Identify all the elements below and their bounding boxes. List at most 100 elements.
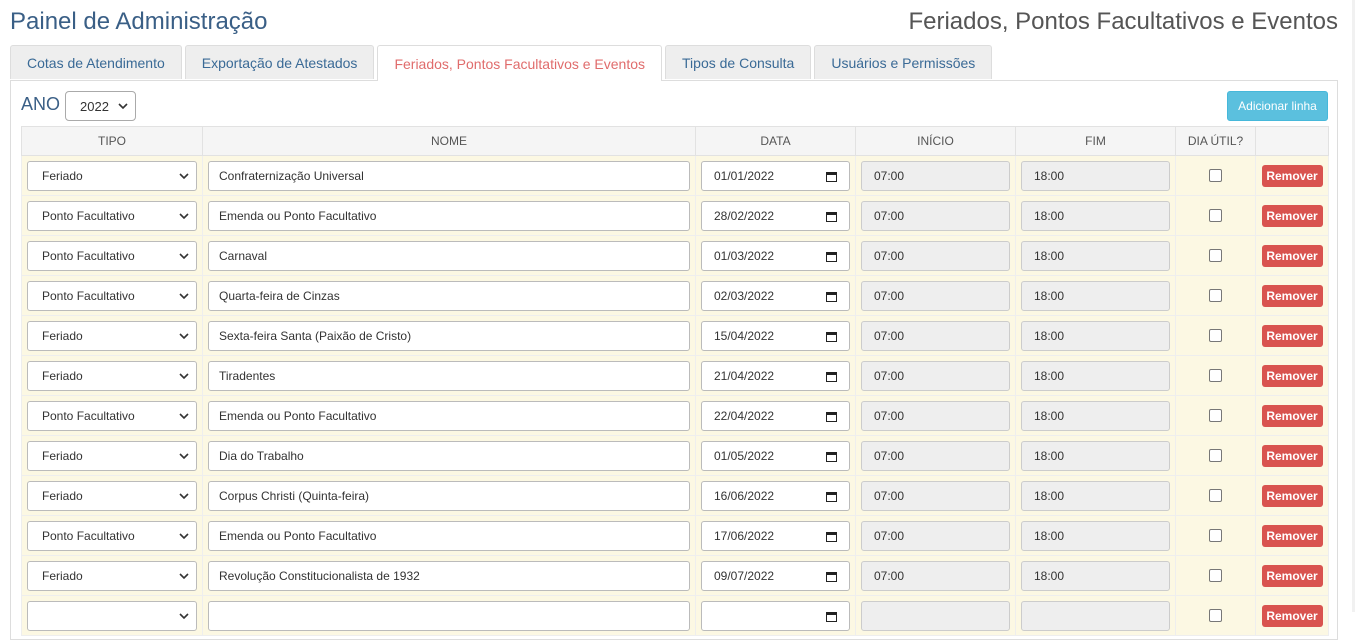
tab-cotas[interactable]: Cotas de Atendimento	[10, 45, 182, 79]
tab-usuarios[interactable]: Usuários e Permissões	[814, 45, 993, 79]
tab-exportacao[interactable]: Exportação de Atestados	[184, 45, 375, 79]
start-time-field	[861, 600, 1010, 631]
dia-util-checkbox[interactable]	[1209, 569, 1222, 582]
cell-dia-util	[1175, 395, 1256, 436]
remove-button[interactable]: Remover	[1261, 604, 1323, 627]
start-time-field: 07:00	[861, 560, 1010, 591]
dia-util-checkbox[interactable]	[1209, 249, 1222, 262]
tipo-select[interactable]: Ponto Facultativo	[27, 400, 197, 431]
date-input[interactable]: 09/07/2022	[701, 560, 850, 591]
chevron-down-icon	[179, 172, 189, 179]
date-input[interactable]: 28/02/2022	[701, 200, 850, 231]
dia-util-checkbox[interactable]	[1209, 409, 1222, 422]
start-time-field: 07:00	[861, 200, 1010, 231]
cell-dia-util	[1175, 435, 1256, 476]
nome-input[interactable]: Emenda ou Ponto Facultativo	[208, 520, 690, 551]
add-row-button[interactable]: Adicionar linha	[1227, 91, 1328, 121]
dia-util-checkbox[interactable]	[1209, 289, 1222, 302]
remove-button[interactable]: Remover	[1261, 404, 1323, 427]
cell-tipo: Feriado	[21, 355, 203, 396]
end-time-field: 18:00	[1021, 520, 1170, 551]
date-input[interactable]: 01/05/2022	[701, 440, 850, 471]
dia-util-checkbox[interactable]	[1209, 209, 1222, 222]
cell-tipo: Feriado	[21, 435, 203, 476]
tipo-select[interactable]: Feriado	[27, 560, 197, 591]
cell-data	[695, 595, 856, 636]
remove-button[interactable]: Remover	[1261, 524, 1323, 547]
tipo-select[interactable]: Feriado	[27, 360, 197, 391]
tipo-select[interactable]: Ponto Facultativo	[27, 520, 197, 551]
date-input[interactable]: 16/06/2022	[701, 480, 850, 511]
tipo-select[interactable]: Ponto Facultativo	[27, 280, 197, 311]
remove-button[interactable]: Remover	[1261, 204, 1323, 227]
nome-input[interactable]: Tiradentes	[208, 360, 690, 391]
tipo-select[interactable]	[27, 600, 197, 631]
cell-dia-util	[1175, 315, 1256, 356]
calendar-icon	[826, 171, 837, 182]
remove-button[interactable]: Remover	[1261, 484, 1323, 507]
year-value: 2022	[80, 98, 109, 114]
tipo-select[interactable]: Ponto Facultativo	[27, 200, 197, 231]
end-time-field	[1021, 600, 1170, 631]
nome-input[interactable]: Quarta-feira de Cinzas	[208, 280, 690, 311]
nome-input[interactable]: Sexta-feira Santa (Paixão de Cristo)	[208, 320, 690, 351]
remove-button[interactable]: Remover	[1261, 324, 1323, 347]
tipo-value: Feriado	[42, 448, 83, 463]
year-select[interactable]: 2022	[65, 91, 136, 121]
remove-button[interactable]: Remover	[1261, 244, 1323, 267]
nome-input[interactable]: Emenda ou Ponto Facultativo	[208, 200, 690, 231]
remove-button[interactable]: Remover	[1261, 284, 1323, 307]
dia-util-checkbox[interactable]	[1209, 369, 1222, 382]
dia-util-checkbox[interactable]	[1209, 489, 1222, 502]
calendar-icon	[826, 611, 837, 622]
tipo-select[interactable]: Feriado	[27, 440, 197, 471]
date-value: 22/04/2022	[714, 408, 775, 423]
date-value: 15/04/2022	[714, 328, 775, 343]
dia-util-checkbox[interactable]	[1209, 529, 1222, 542]
nome-input[interactable]: Emenda ou Ponto Facultativo	[208, 400, 690, 431]
remove-button[interactable]: Remover	[1261, 164, 1323, 187]
dia-util-checkbox[interactable]	[1209, 329, 1222, 342]
cell-dia-util	[1175, 355, 1256, 396]
cell-fim: 18:00	[1015, 435, 1176, 476]
col-header-fim: FIM	[1015, 126, 1176, 156]
dia-util-checkbox[interactable]	[1209, 609, 1222, 622]
nome-input[interactable]: Dia do Trabalho	[208, 440, 690, 471]
date-input[interactable]: 21/04/2022	[701, 360, 850, 391]
cell-data: 28/02/2022	[695, 195, 856, 236]
cell-tipo: Feriado	[21, 315, 203, 356]
cell-inicio: 07:00	[855, 355, 1016, 396]
date-input[interactable]: 02/03/2022	[701, 280, 850, 311]
dia-util-checkbox[interactable]	[1209, 449, 1222, 462]
cell-actions: Remover	[1255, 235, 1329, 276]
date-input[interactable]: 01/03/2022	[701, 240, 850, 271]
date-input[interactable]: 01/01/2022	[701, 160, 850, 191]
tab-tipos-consulta[interactable]: Tipos de Consulta	[665, 45, 812, 79]
tipo-select[interactable]: Feriado	[27, 480, 197, 511]
tab-feriados[interactable]: Feriados, Pontos Facultativos e Eventos	[377, 45, 663, 81]
tipo-select[interactable]: Ponto Facultativo	[27, 240, 197, 271]
remove-button[interactable]: Remover	[1261, 444, 1323, 467]
cell-nome: Emenda ou Ponto Facultativo	[202, 515, 696, 556]
nome-input[interactable]	[208, 600, 690, 631]
date-input[interactable]: 15/04/2022	[701, 320, 850, 351]
date-input[interactable]	[701, 600, 850, 631]
remove-button[interactable]: Remover	[1261, 364, 1323, 387]
tipo-select[interactable]: Feriado	[27, 320, 197, 351]
tipo-select[interactable]: Feriado	[27, 160, 197, 191]
nome-input[interactable]: Carnaval	[208, 240, 690, 271]
cell-tipo: Ponto Facultativo	[21, 235, 203, 276]
dia-util-checkbox[interactable]	[1209, 169, 1222, 182]
remove-button[interactable]: Remover	[1261, 564, 1323, 587]
chevron-down-icon	[179, 572, 189, 579]
nome-input[interactable]: Revolução Constitucionalista de 1932	[208, 560, 690, 591]
nome-input[interactable]: Corpus Christi (Quinta-feira)	[208, 480, 690, 511]
date-input[interactable]: 22/04/2022	[701, 400, 850, 431]
cell-data: 15/04/2022	[695, 315, 856, 356]
cell-actions: Remover	[1255, 395, 1329, 436]
nome-input[interactable]: Confraternização Universal	[208, 160, 690, 191]
date-value: 01/05/2022	[714, 448, 775, 463]
cell-dia-util	[1175, 555, 1256, 596]
date-input[interactable]: 17/06/2022	[701, 520, 850, 551]
end-time-field: 18:00	[1021, 400, 1170, 431]
